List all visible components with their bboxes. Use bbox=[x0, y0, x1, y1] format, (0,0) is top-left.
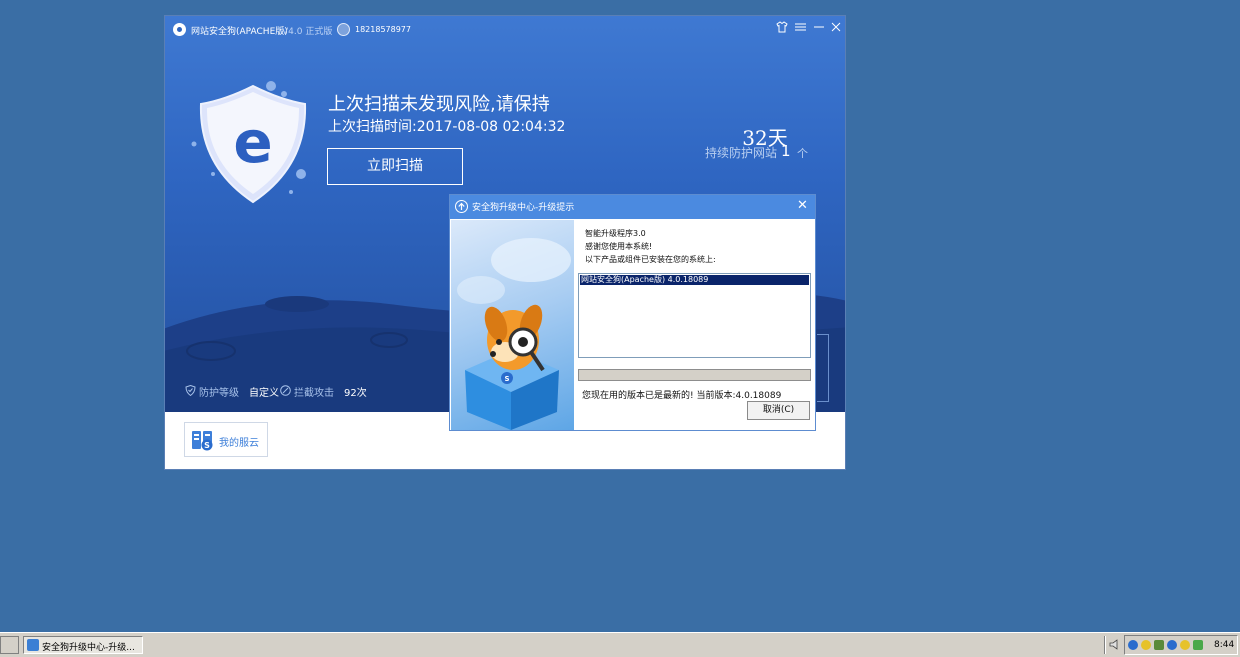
update-tray-icon[interactable] bbox=[1193, 640, 1203, 650]
minimize-icon[interactable] bbox=[814, 21, 824, 36]
network-tray-icon[interactable] bbox=[1154, 640, 1164, 650]
scan-headline: 上次扫描未发现风险,请保持 bbox=[328, 94, 550, 115]
protect-sites-label: 持续防护网站 bbox=[705, 146, 778, 160]
shield-tray-icon[interactable] bbox=[1141, 640, 1151, 650]
installed-products-list[interactable]: 网站安全狗(Apache版) 4.0.18089 bbox=[578, 273, 811, 358]
list-item[interactable]: 网站安全狗(Apache版) 4.0.18089 bbox=[580, 275, 809, 285]
blocked-attacks-label: 拦截攻击 bbox=[294, 388, 334, 399]
protect-sites-unit: 个 bbox=[797, 147, 808, 160]
safedog-server-tray-icon[interactable] bbox=[1167, 640, 1177, 650]
tray-separator bbox=[1104, 636, 1106, 654]
last-scan-time: 上次扫描时间:2017-08-08 02:04:32 bbox=[328, 119, 566, 135]
taskbar-item-label: 安全狗升级中心-升级... bbox=[42, 643, 135, 653]
my-cloud-service-button[interactable]: S 我的服云 bbox=[184, 422, 268, 457]
volume-icon[interactable] bbox=[1109, 638, 1120, 651]
menu-icon[interactable] bbox=[795, 21, 806, 36]
clock[interactable]: 8:44 bbox=[1214, 640, 1234, 650]
taskbar-item-upgrade[interactable]: 安全狗升级中心-升级... bbox=[23, 636, 143, 654]
svg-text:S: S bbox=[504, 375, 509, 383]
upgrade-dialog: 安全狗升级中心-升级提示 ✕ S 智能升级程序3.0 感谢您使用本系统! 以下产… bbox=[449, 194, 816, 431]
dialog-title: 安全狗升级中心-升级提示 bbox=[472, 203, 575, 213]
upgrade-app-icon bbox=[27, 639, 39, 651]
scan-now-button[interactable]: 立即扫描 bbox=[327, 148, 463, 185]
version-status: 您现在用的版本已是最新的! 当前版本:4.0.18089 bbox=[582, 391, 782, 401]
protect-sites-count: 1 bbox=[781, 142, 791, 160]
close-icon[interactable] bbox=[831, 21, 841, 36]
svg-text:e: e bbox=[233, 108, 272, 176]
program-name: 智能升级程序3.0 bbox=[585, 229, 646, 238]
skin-icon[interactable] bbox=[776, 21, 788, 36]
dialog-close-icon[interactable]: ✕ bbox=[797, 198, 808, 213]
thanks-text: 感谢您使用本系统! bbox=[585, 242, 653, 251]
upgrade-arrow-icon bbox=[455, 200, 468, 213]
block-icon bbox=[280, 385, 291, 396]
protect-level-label: 防护等级 bbox=[199, 388, 239, 399]
shield-small-icon bbox=[185, 385, 196, 396]
start-button[interactable] bbox=[0, 636, 19, 654]
app-name: 网站安全狗(APACHE版) bbox=[191, 27, 288, 37]
security-tray-icon[interactable] bbox=[1180, 640, 1190, 650]
my-cloud-service-label: 我的服云 bbox=[219, 438, 259, 449]
safedog-tray-icon[interactable] bbox=[1128, 640, 1138, 650]
protect-level-value[interactable]: 自定义 bbox=[249, 384, 279, 399]
title-bar: 网站安全狗(APACHE版) V4.0 正式版 18218578977 bbox=[165, 16, 845, 44]
cloud-service-icon: S bbox=[192, 431, 213, 451]
user-phone[interactable]: 18218578977 bbox=[355, 25, 411, 34]
svg-text:S: S bbox=[204, 441, 210, 450]
app-logo-icon bbox=[173, 23, 186, 36]
blocked-attacks-value: 92次 bbox=[344, 388, 367, 399]
mascot-dog-illustration: S bbox=[451, 220, 574, 430]
upgrade-progress-bar bbox=[578, 369, 811, 381]
user-icon[interactable] bbox=[337, 23, 350, 36]
installed-text: 以下产品或组件已安装在您的系统上: bbox=[585, 255, 716, 264]
app-version: V4.0 正式版 bbox=[282, 27, 333, 37]
cancel-button[interactable]: 取消(C) bbox=[747, 401, 810, 420]
system-tray: 8:44 bbox=[1124, 635, 1238, 655]
dialog-title-bar: 安全狗升级中心-升级提示 ✕ bbox=[450, 195, 815, 219]
taskbar: 安全狗升级中心-升级... 8:44 bbox=[0, 632, 1240, 657]
shield-logo-icon: e bbox=[191, 74, 321, 214]
side-panel-edge bbox=[817, 334, 829, 402]
